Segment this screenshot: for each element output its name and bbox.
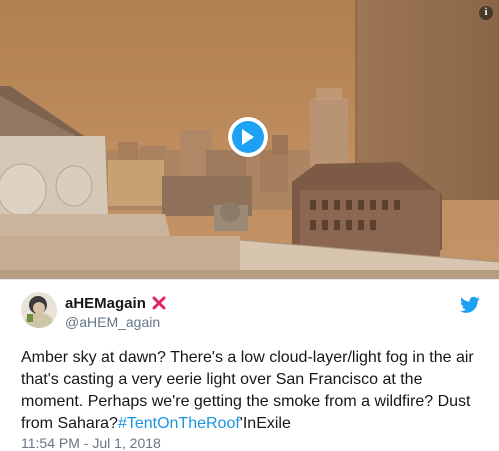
red-x-icon bbox=[152, 296, 166, 310]
media-divider bbox=[0, 279, 499, 280]
hashtag-link[interactable]: #TentOnTheRoof bbox=[118, 415, 240, 432]
tweet-text: Amber sky at dawn? There's a low cloud-l… bbox=[21, 347, 486, 435]
tweet-video[interactable]: i bbox=[0, 0, 499, 279]
user-handle[interactable]: @aHEM_again bbox=[65, 314, 160, 330]
user-name-row: aHEMagain bbox=[65, 293, 167, 313]
avatar-image bbox=[21, 292, 57, 328]
tweet-timestamp[interactable]: 11:54 PM - Jul 1, 2018 bbox=[21, 435, 161, 451]
twitter-bird-icon[interactable] bbox=[460, 296, 480, 314]
avatar[interactable] bbox=[21, 292, 57, 328]
tweet-text-suffix: 'InExile bbox=[239, 415, 291, 432]
info-icon[interactable]: i bbox=[479, 6, 493, 20]
tweet-card: i aHEMagain @aHEM_again Amber sky at daw… bbox=[0, 0, 499, 451]
play-button[interactable] bbox=[228, 117, 268, 157]
play-icon bbox=[242, 129, 254, 145]
display-name[interactable]: aHEMagain bbox=[65, 295, 146, 312]
